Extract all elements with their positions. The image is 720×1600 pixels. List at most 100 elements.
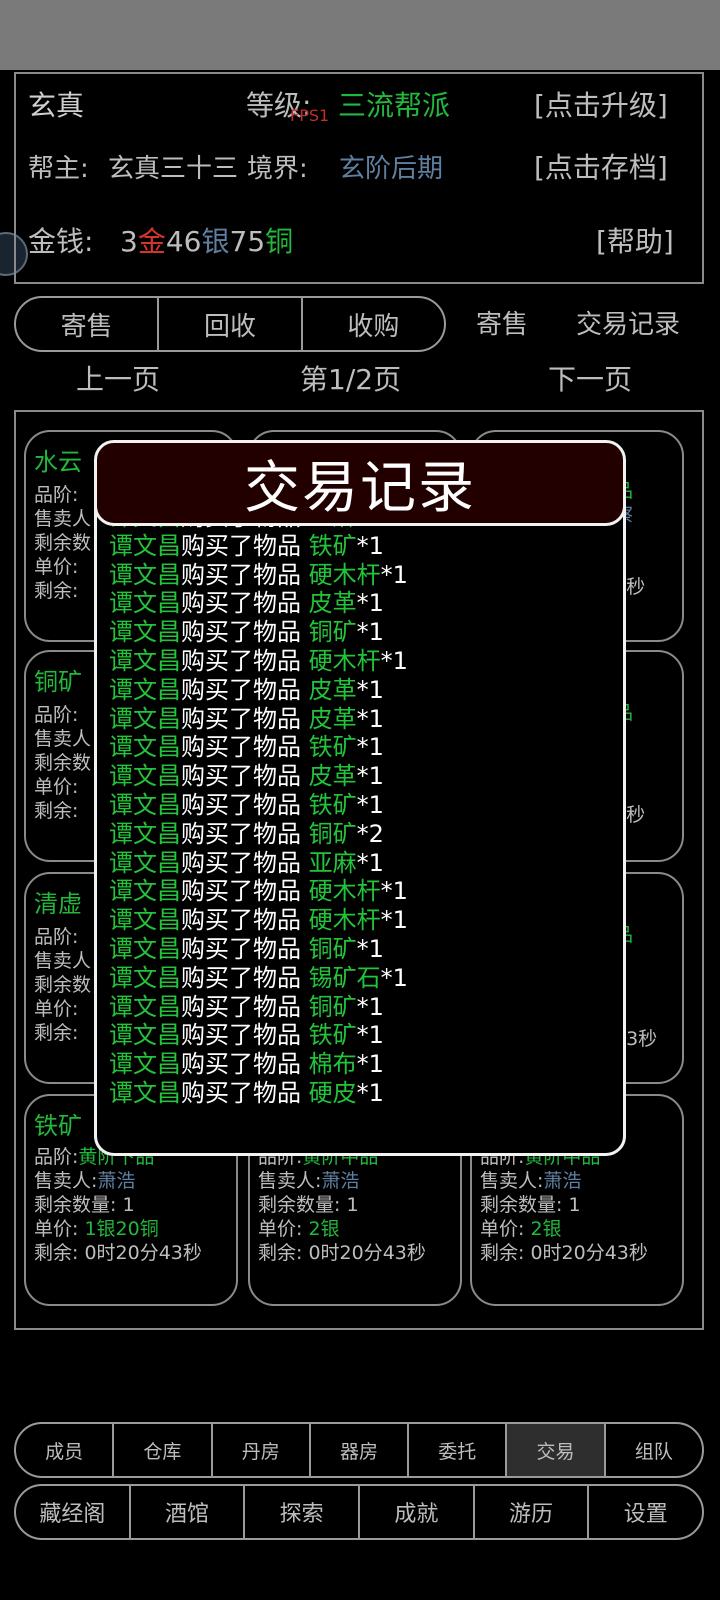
listing-qty: 剩余数量: 1 [480, 1194, 581, 1216]
record-qty: *1 [356, 1078, 384, 1107]
record-item: 硬皮 [308, 1078, 357, 1107]
next-page-button[interactable]: 下一页 [548, 358, 632, 398]
record-verb: 购买了物品 [181, 848, 301, 877]
record-verb: 购买了物品 [181, 646, 301, 675]
record-buyer: 谭文昌 [109, 646, 181, 675]
trade-records-dialog[interactable]: 谭文昌购买了物品 亚麻*1谭文昌购买了物品 铁矿*1谭文昌购买了物品 硬木杆*1… [94, 440, 626, 1156]
record-item: 铁矿 [308, 790, 357, 819]
help-button[interactable]: [帮助] [596, 220, 674, 260]
record-buyer: 谭文昌 [109, 618, 181, 647]
record-qty: *1 [356, 704, 384, 733]
record-qty: *1 [356, 589, 384, 618]
listing-price-label: 单价: [34, 556, 79, 578]
record-buyer: 谭文昌 [109, 675, 181, 704]
segment-recycle[interactable]: 回收 [157, 298, 300, 350]
record-qty: *1 [356, 1050, 384, 1079]
trade-record-row: 谭文昌购买了物品 亚麻*1 [109, 849, 609, 878]
listing-qty-label: 剩余数 [34, 974, 92, 996]
record-qty: *1 [356, 848, 384, 877]
listing-grade-label: 品阶: [34, 484, 79, 506]
nav-alchemy[interactable]: 丹房 [210, 1424, 309, 1476]
listing-name: 清虚 [34, 890, 82, 918]
prev-page-button[interactable]: 上一页 [76, 358, 160, 398]
record-verb: 购买了物品 [181, 963, 301, 992]
listing-remain: 剩余: 0时20分43秒 [34, 1242, 202, 1264]
record-verb: 购买了物品 [181, 934, 301, 963]
record-item: 棉布 [308, 1050, 357, 1079]
record-qty: *1 [356, 1021, 384, 1050]
nav-warehouse[interactable]: 仓库 [112, 1424, 210, 1476]
segment-purchase[interactable]: 收购 [300, 298, 444, 350]
nav-forge[interactable]: 器房 [308, 1424, 407, 1476]
nav-commission[interactable]: 委托 [407, 1424, 505, 1476]
record-verb: 购买了物品 [181, 877, 301, 906]
record-qty: *1 [356, 531, 384, 560]
record-item: 铜矿 [308, 618, 357, 647]
listing-remain-label: 剩余: [34, 1022, 79, 1044]
record-verb: 购买了物品 [181, 560, 301, 589]
trade-record-row: 谭文昌购买了物品 皮革*1 [109, 589, 609, 618]
nav-achievement[interactable]: 成就 [358, 1486, 473, 1538]
listing-remain-label: 剩余: [34, 800, 79, 822]
nav-tavern[interactable]: 酒馆 [128, 1486, 244, 1538]
record-qty: *1 [380, 877, 408, 906]
main-nav-bottom: 藏经阁 酒馆 探索 成就 游历 设置 [14, 1484, 704, 1540]
segment-consign[interactable]: 寄售 [16, 298, 157, 350]
record-item: 硬木杆 [308, 877, 381, 906]
money-value: 3金46银75铜 [120, 225, 294, 258]
consign-link[interactable]: 寄售 [476, 304, 528, 341]
nav-members[interactable]: 成员 [16, 1424, 112, 1476]
listing-qty-label: 剩余数 [34, 752, 92, 774]
listing-price: 单价: 2银 [258, 1218, 340, 1240]
trade-record-row: 谭文昌购买了物品 棉布*1 [109, 1050, 609, 1079]
nav-trade[interactable]: 交易 [505, 1424, 604, 1476]
nav-settings[interactable]: 设置 [587, 1486, 702, 1538]
record-qty: *1 [356, 992, 384, 1021]
record-qty: *1 [356, 618, 384, 647]
listing-seller: 售卖人:萧浩 [258, 1170, 360, 1192]
leader-name: 玄真三十三 [108, 154, 239, 184]
record-item: 亚麻 [308, 848, 357, 877]
record-buyer: 谭文昌 [109, 934, 181, 963]
record-buyer: 谭文昌 [109, 963, 181, 992]
record-qty: *1 [356, 934, 384, 963]
nav-explore[interactable]: 探索 [243, 1486, 358, 1538]
trade-record-row: 谭文昌购买了物品 铜矿*1 [109, 618, 609, 647]
record-item: 硬木杆 [308, 646, 381, 675]
record-buyer: 谭文昌 [109, 877, 181, 906]
record-item: 硬木杆 [308, 560, 381, 589]
record-verb: 购买了物品 [181, 675, 301, 704]
record-buyer: 谭文昌 [109, 906, 181, 935]
listing-seller: 售卖人:萧浩 [34, 1170, 136, 1192]
upgrade-button[interactable]: [点击升级] [534, 84, 668, 124]
record-qty: *1 [356, 790, 384, 819]
trade-records-list[interactable]: 谭文昌购买了物品 亚麻*1谭文昌购买了物品 铁矿*1谭文昌购买了物品 硬木杆*1… [109, 503, 609, 1108]
trade-mode-selector: 寄售 回收 收购 [14, 296, 446, 352]
record-item: 铁矿 [308, 733, 357, 762]
nav-team[interactable]: 组队 [603, 1424, 702, 1476]
listing-price-label: 单价: [34, 998, 79, 1020]
leader-label: 帮主: [28, 154, 89, 184]
record-qty: *1 [380, 646, 408, 675]
listing-grade-label: 品阶: [34, 926, 79, 948]
record-qty: *1 [356, 675, 384, 704]
record-qty: *1 [380, 963, 408, 992]
record-verb: 购买了物品 [181, 762, 301, 791]
record-verb: 购买了物品 [181, 733, 301, 762]
record-item: 锡矿石 [308, 963, 381, 992]
trade-record-row: 谭文昌购买了物品 硬皮*1 [109, 1079, 609, 1108]
trade-record-row: 谭文昌购买了物品 铜矿*1 [109, 935, 609, 964]
status-bar [0, 0, 720, 70]
save-button[interactable]: [点击存档] [534, 146, 668, 186]
listing-remain-label: 剩余: [34, 580, 79, 602]
trade-record-row: 谭文昌购买了物品 铁矿*1 [109, 791, 609, 820]
record-item: 硬木杆 [308, 906, 381, 935]
trade-records-link[interactable]: 交易记录 [576, 304, 680, 341]
nav-travel[interactable]: 游历 [472, 1486, 588, 1538]
record-buyer: 谭文昌 [109, 819, 181, 848]
record-buyer: 谭文昌 [109, 1078, 181, 1107]
record-buyer: 谭文昌 [109, 704, 181, 733]
nav-library[interactable]: 藏经阁 [16, 1486, 129, 1538]
listing-price: 单价: 2银 [480, 1218, 562, 1240]
record-item: 铜矿 [308, 992, 357, 1021]
